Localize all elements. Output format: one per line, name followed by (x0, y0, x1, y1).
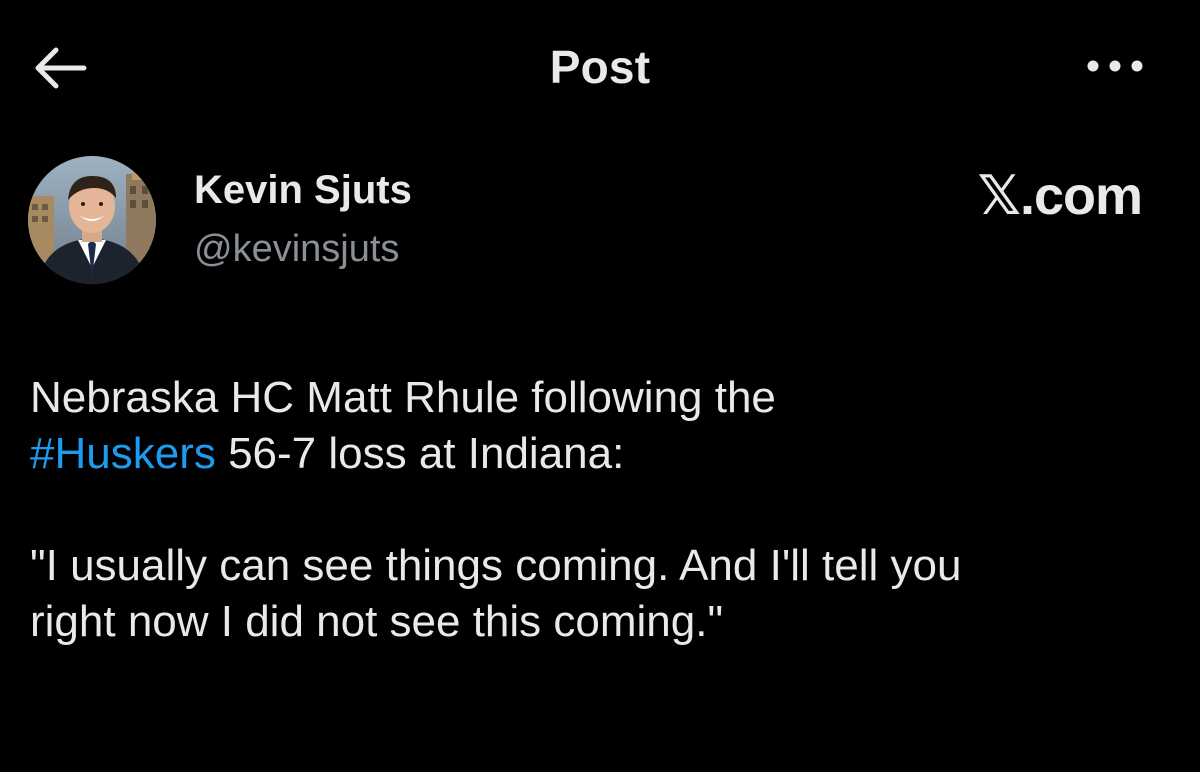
brand-label: 𝕏.com (977, 166, 1143, 226)
page-title: Post (549, 41, 651, 93)
hashtag-link[interactable]: #Huskers (30, 429, 216, 478)
more-options-button[interactable] (1080, 46, 1150, 86)
top-bar: Post (0, 0, 1200, 133)
avatar[interactable] (28, 156, 156, 284)
author-handle[interactable]: @kevinsjuts (194, 228, 399, 271)
post-text-line: Nebraska HC Matt Rhule following the (30, 373, 776, 422)
more-dots-icon (1087, 60, 1143, 72)
post-paragraph: Nebraska HC Matt Rhule following the #Hu… (30, 370, 1180, 482)
quote-line: right now I did not see this coming." (30, 597, 724, 646)
post-text-line: 56-7 loss at Indiana: (215, 429, 625, 478)
post: Kevin Sjuts @kevinsjuts 𝕏.com Nebraska H… (0, 132, 1200, 772)
avatar-photo (28, 156, 156, 284)
post-text: Nebraska HC Matt Rhule following the #Hu… (30, 370, 1180, 650)
author-name[interactable]: Kevin Sjuts (194, 168, 412, 213)
quote-line: "I usually can see things coming. And I'… (30, 541, 962, 590)
quote-paragraph: "I usually can see things coming. And I'… (30, 538, 1180, 650)
